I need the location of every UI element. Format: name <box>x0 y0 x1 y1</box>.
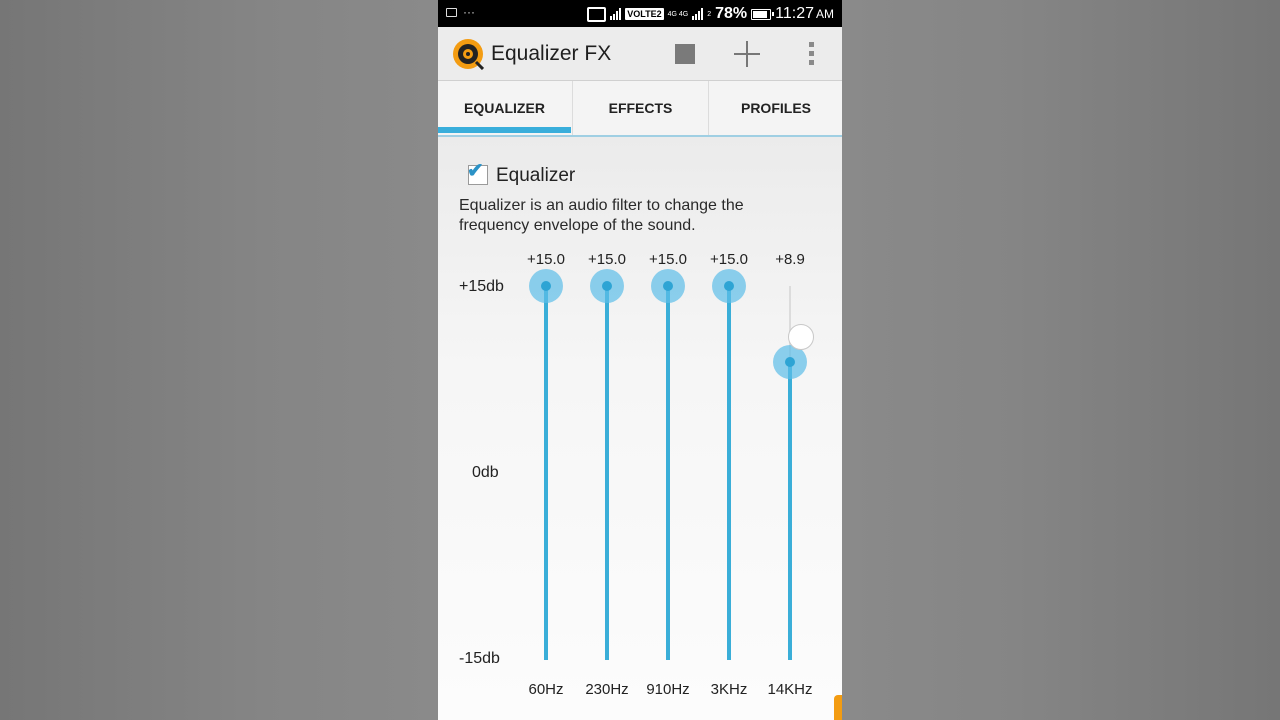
slider-thumb-center <box>663 281 673 291</box>
equalizer-description: Equalizer is an audio filter to change t… <box>459 197 744 234</box>
status-bar: ··· VOLTE2 4G 4G 2 78% 11:27 AM <box>438 0 842 27</box>
clock-ampm: AM <box>816 7 834 21</box>
tab-profiles[interactable]: PROFILES <box>708 81 842 135</box>
tab-effects[interactable]: EFFECTS <box>572 81 708 135</box>
battery-percent: 78% <box>715 5 748 22</box>
status-notifications: ··· <box>446 5 475 19</box>
db-max-label: +15db <box>459 278 504 295</box>
band-frequency-label: 14KHz <box>767 681 813 698</box>
network-type: 4G 4G <box>667 10 689 18</box>
volte-badge: VOLTE2 <box>625 8 664 20</box>
battery-icon <box>751 8 775 20</box>
signal-icon <box>610 8 622 20</box>
band-value-label: +15.0 <box>588 251 626 268</box>
check-icon: ✔ <box>467 160 484 182</box>
band-value-label: +15.0 <box>710 251 748 268</box>
slider-fill[interactable] <box>605 286 609 660</box>
video-letterbox-left <box>0 0 438 720</box>
stop-icon <box>675 44 695 64</box>
more-options-button[interactable] <box>802 40 820 68</box>
side-drawer-handle[interactable] <box>834 695 842 720</box>
slider-thumb-center <box>724 281 734 291</box>
app-bar: Equalizer FX <box>438 27 842 81</box>
equalizer-enable-checkbox[interactable]: ✔ <box>467 160 488 185</box>
band-frequency-label: 60Hz <box>528 681 564 698</box>
active-tab-indicator <box>438 127 571 133</box>
band-value-label: +15.0 <box>649 251 687 268</box>
slider-thumb-center <box>785 357 795 368</box>
signal-icon-2 <box>692 8 704 20</box>
slider-fill[interactable] <box>666 286 670 660</box>
status-right: VOLTE2 4G 4G 2 78% 11:27 AM <box>587 3 834 25</box>
band-value-label: +8.9 <box>775 251 805 268</box>
phone-screen: ··· VOLTE2 4G 4G 2 78% 11:27 AM Equalize… <box>438 0 842 720</box>
add-profile-button[interactable] <box>732 39 762 69</box>
app-title: Equalizer FX <box>491 42 612 65</box>
db-mid-label: 0db <box>472 464 499 481</box>
clock: 11:27 <box>775 5 814 22</box>
slider-thumb-center <box>602 281 612 291</box>
notification-dots: ··· <box>463 5 475 19</box>
equalizer-panel: ✔ Equalizer Equalizer is an audio filter… <box>438 137 842 720</box>
band-value-label: +15.0 <box>527 251 565 268</box>
sim-slot: 2 <box>707 10 712 18</box>
slider-fill[interactable] <box>788 362 792 660</box>
slider-thumb-center <box>541 281 551 291</box>
band-frequency-label: 3KHz <box>710 681 748 698</box>
slider-fill[interactable] <box>727 286 731 660</box>
slider-ghost-thumb <box>788 324 814 350</box>
db-min-label: -15db <box>459 650 500 667</box>
video-letterbox-right <box>842 0 1280 720</box>
slider-fill[interactable] <box>544 286 548 660</box>
stop-button[interactable] <box>670 40 700 68</box>
equalizer-checkbox-label: Equalizer <box>496 165 576 186</box>
equalizer-fx-logo-icon <box>453 39 484 70</box>
band-frequency-label: 230Hz <box>585 681 629 698</box>
notification-icon <box>446 8 457 18</box>
cast-icon <box>587 6 607 22</box>
band-frequency-label: 910Hz <box>646 681 690 698</box>
